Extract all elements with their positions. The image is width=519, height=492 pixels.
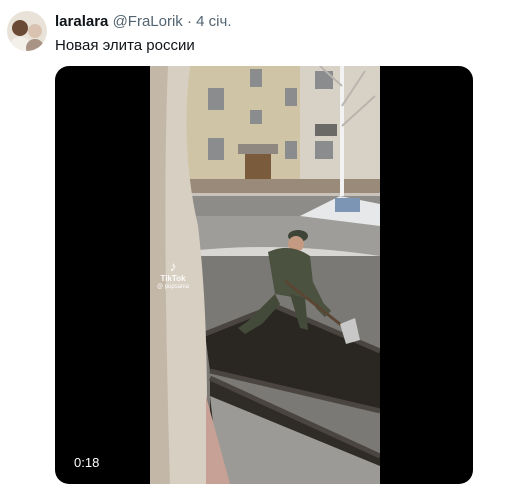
tiktok-logo-icon: ♪ [169, 258, 177, 274]
separator: · [186, 13, 192, 30]
video-player[interactable]: ♪ TikTok @ pupsania 0:18 [55, 66, 473, 484]
tweet-timestamp[interactable]: 4 січ. [196, 13, 231, 30]
avatar[interactable] [7, 11, 47, 51]
video-duration: 0:18 [70, 454, 104, 472]
tweet-header: laralara @FraLorik · 4 січ. [55, 13, 231, 31]
tiktok-user: @ pupsania [156, 284, 190, 290]
tiktok-watermark: ♪ TikTok @ pupsania [153, 258, 193, 292]
tweet-text: Новая элита россии [55, 37, 195, 54]
tweet: laralara @FraLorik · 4 січ. Новая элита … [0, 0, 519, 492]
tiktok-name: TikTok [160, 274, 186, 283]
display-name[interactable]: laralara [55, 13, 108, 30]
user-handle[interactable]: @FraLorik [113, 13, 183, 30]
